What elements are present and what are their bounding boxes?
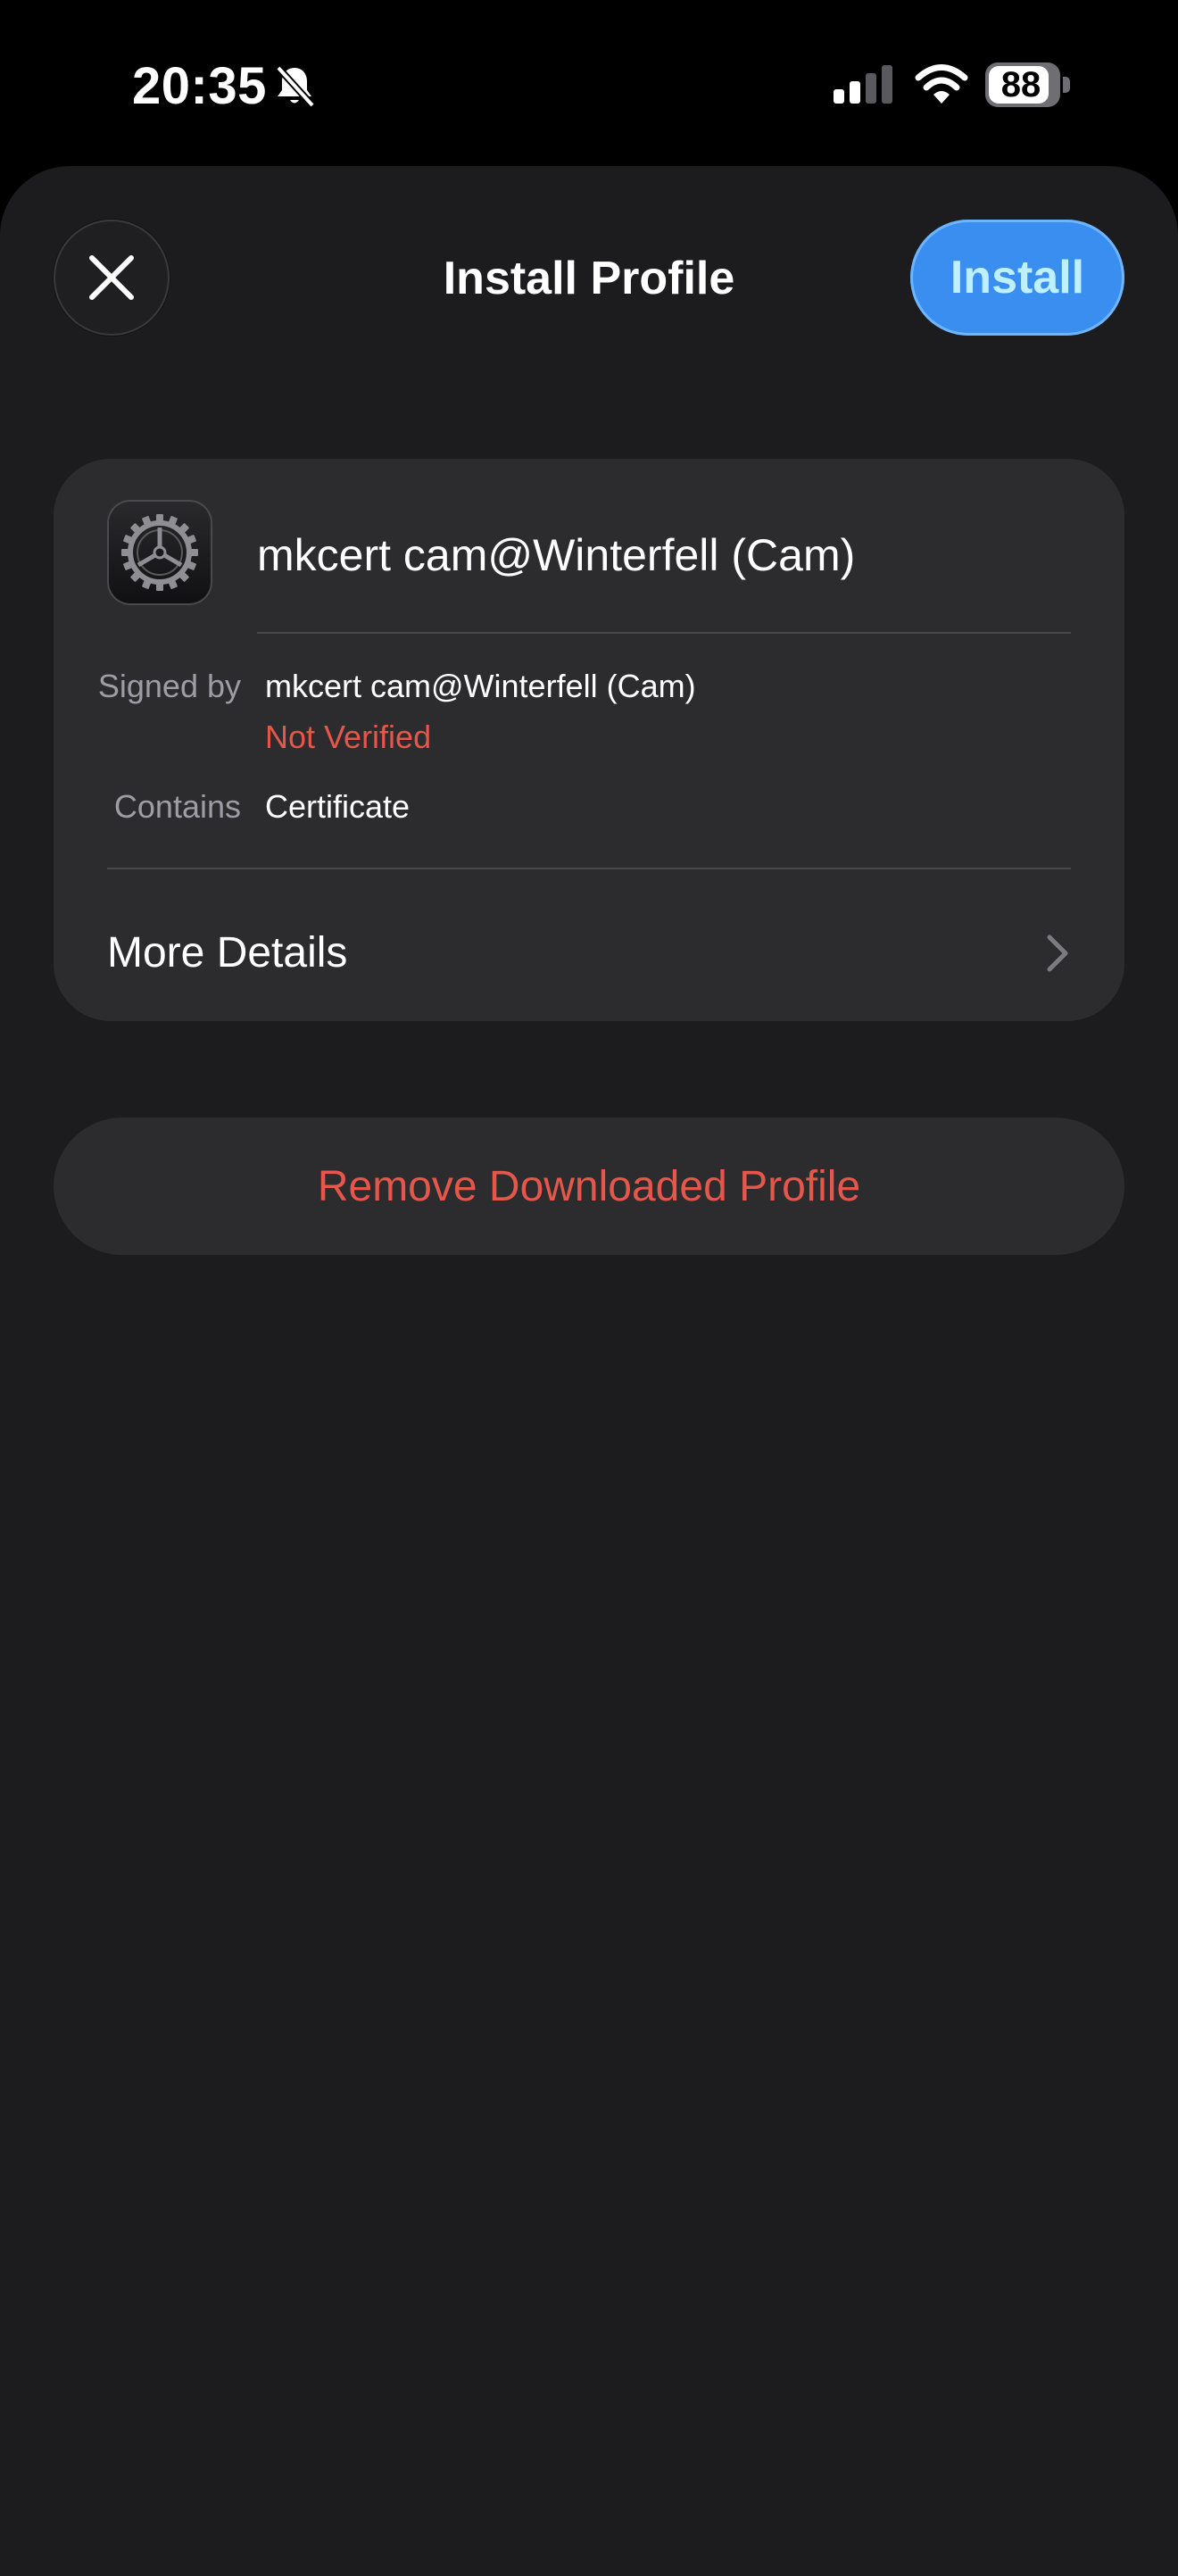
cellular-signal-icon bbox=[834, 65, 892, 104]
settings-gear-icon bbox=[107, 500, 212, 605]
profile-card: mkcert cam@Winterfell (Cam) Signed by mk… bbox=[54, 459, 1124, 1021]
divider bbox=[107, 868, 1071, 869]
install-profile-sheet: Install Profile Install mkcert cam@Winte… bbox=[0, 166, 1178, 2576]
more-details-row[interactable]: More Details bbox=[54, 885, 1124, 1021]
wifi-icon bbox=[915, 64, 968, 104]
battery-tip bbox=[1063, 77, 1070, 93]
verification-status: Not Verified bbox=[265, 719, 432, 755]
close-button[interactable] bbox=[54, 220, 170, 336]
status-bar: 20:35 88 bbox=[0, 0, 1178, 166]
install-button[interactable]: Install bbox=[910, 220, 1124, 336]
signed-by-label: Signed by bbox=[97, 668, 241, 704]
chevron-right-icon bbox=[1047, 935, 1068, 972]
battery-percentage: 88 bbox=[1000, 65, 1041, 104]
contains-value: Certificate bbox=[265, 788, 411, 825]
status-time: 20:35 bbox=[132, 57, 267, 115]
signed-by-value: mkcert cam@Winterfell (Cam) bbox=[265, 668, 696, 704]
bell-slash-icon bbox=[276, 65, 315, 108]
page-title: Install Profile bbox=[443, 253, 735, 304]
battery-icon: 88 bbox=[985, 62, 1060, 107]
contains-label: Contains bbox=[113, 788, 241, 825]
more-details-label: More Details bbox=[107, 929, 348, 976]
divider bbox=[257, 632, 1071, 634]
remove-downloaded-profile-button[interactable]: Remove Downloaded Profile bbox=[54, 1118, 1124, 1255]
close-icon bbox=[89, 255, 134, 300]
profile-name: mkcert cam@Winterfell (Cam) bbox=[257, 530, 856, 580]
